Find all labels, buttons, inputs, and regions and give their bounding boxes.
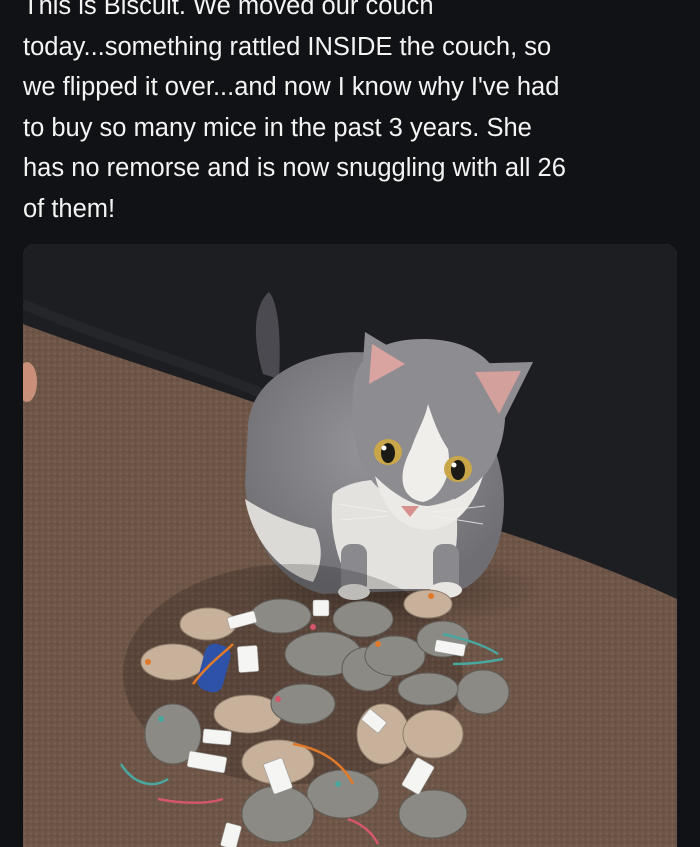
post-card: This is Biscuit. We moved our couch toda… <box>0 0 700 847</box>
post-photo[interactable] <box>23 244 677 847</box>
cat-photo-illustration <box>23 244 677 847</box>
post-text: This is Biscuit. We moved our couch toda… <box>23 0 566 223</box>
